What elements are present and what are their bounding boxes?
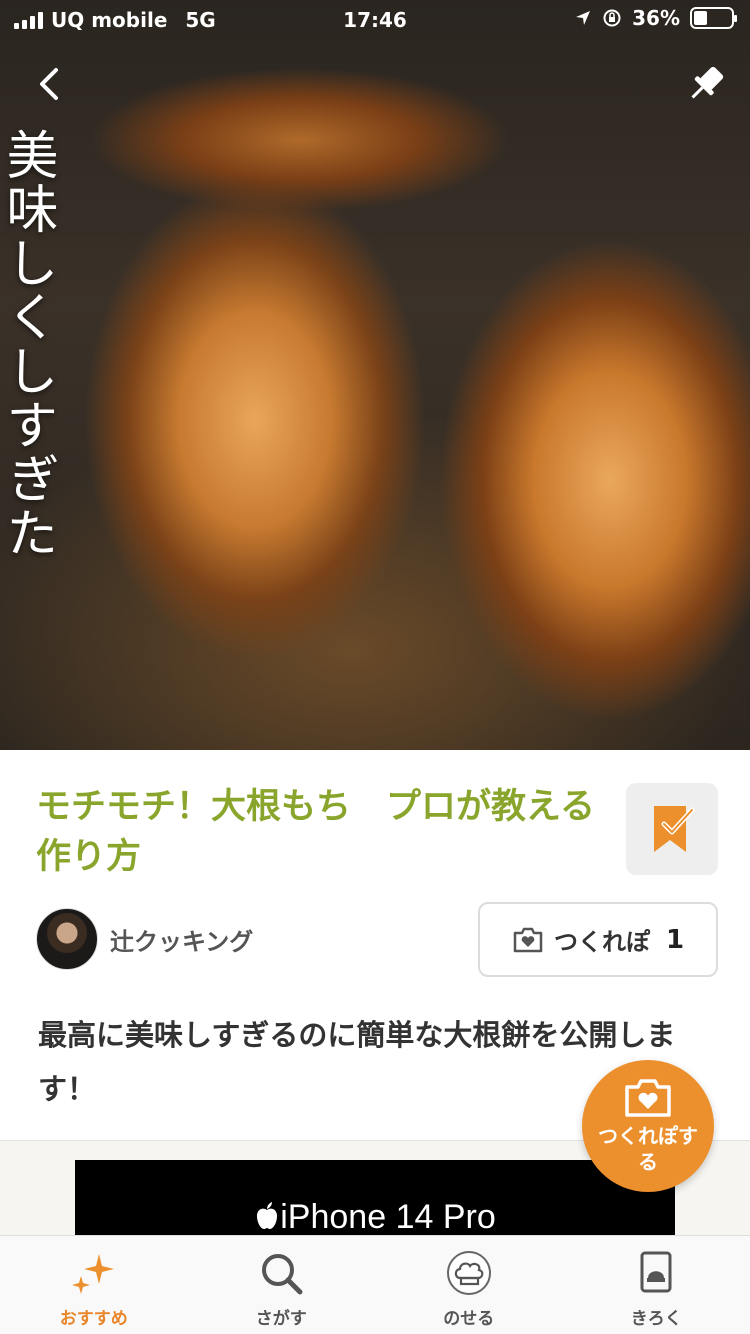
chevron-left-icon bbox=[40, 68, 58, 100]
tab-record[interactable]: きろく bbox=[563, 1236, 750, 1334]
recipe-title: モチモチ！大根もち プロが教える作り方 bbox=[36, 787, 595, 877]
author-name: 辻クッキング bbox=[110, 927, 254, 956]
tab-post[interactable]: のせる bbox=[375, 1236, 563, 1334]
apple-logo-icon bbox=[257, 1202, 278, 1229]
pin-button[interactable] bbox=[684, 62, 728, 106]
sparkle-icon bbox=[71, 1254, 114, 1294]
tab-label: おすすめ bbox=[59, 1309, 128, 1329]
recipe-hero-image: 美味しくしすぎた bbox=[0, 0, 750, 750]
hero-caption: 美味しくしすぎた bbox=[0, 128, 57, 560]
back-button[interactable] bbox=[28, 62, 72, 106]
save-recipe-button[interactable] bbox=[626, 783, 718, 875]
tab-label: さがす bbox=[255, 1309, 307, 1329]
tab-recommend[interactable]: おすすめ bbox=[0, 1236, 188, 1334]
tab-search[interactable]: さがす bbox=[188, 1236, 376, 1334]
tsukurepo-count: 1 bbox=[665, 924, 685, 955]
status-right: 36% bbox=[574, 6, 737, 30]
fab-label: つくれぽする bbox=[598, 1124, 698, 1174]
chef-hat-icon bbox=[446, 1251, 491, 1295]
battery-level bbox=[694, 11, 707, 25]
tab-label: のせる bbox=[443, 1309, 495, 1329]
camera-heart-icon bbox=[513, 927, 543, 952]
search-icon bbox=[262, 1254, 303, 1295]
author-link[interactable]: 辻クッキング bbox=[36, 908, 253, 970]
tsukurepo-label: つくれぽ bbox=[553, 928, 650, 956]
camera-heart-icon bbox=[625, 1079, 671, 1117]
ad-banner[interactable]: iPhone 14 Pro bbox=[75, 1160, 675, 1240]
battery-percent: 36% bbox=[632, 6, 680, 30]
status-bar: UQ mobile 5G 17:46 36% bbox=[0, 0, 750, 40]
tsukurepo-button[interactable]: つくれぽ 1 bbox=[478, 902, 718, 977]
location-arrow-icon bbox=[576, 11, 591, 25]
record-card-icon bbox=[640, 1251, 672, 1293]
ad-product-name: iPhone 14 Pro bbox=[280, 1198, 496, 1236]
pin-icon bbox=[691, 66, 724, 99]
tab-label: きろく bbox=[630, 1309, 682, 1329]
tsukurepo-post-fab[interactable]: つくれぽする bbox=[582, 1060, 714, 1192]
author-avatar bbox=[36, 908, 98, 970]
bottom-tab-bar: おすすめ さがす のせる きろく bbox=[0, 1235, 750, 1334]
battery-icon bbox=[690, 7, 737, 29]
bookmark-check-icon bbox=[654, 806, 695, 852]
rotation-lock-icon bbox=[603, 9, 621, 27]
ad-text: iPhone 14 Pro bbox=[75, 1198, 675, 1237]
